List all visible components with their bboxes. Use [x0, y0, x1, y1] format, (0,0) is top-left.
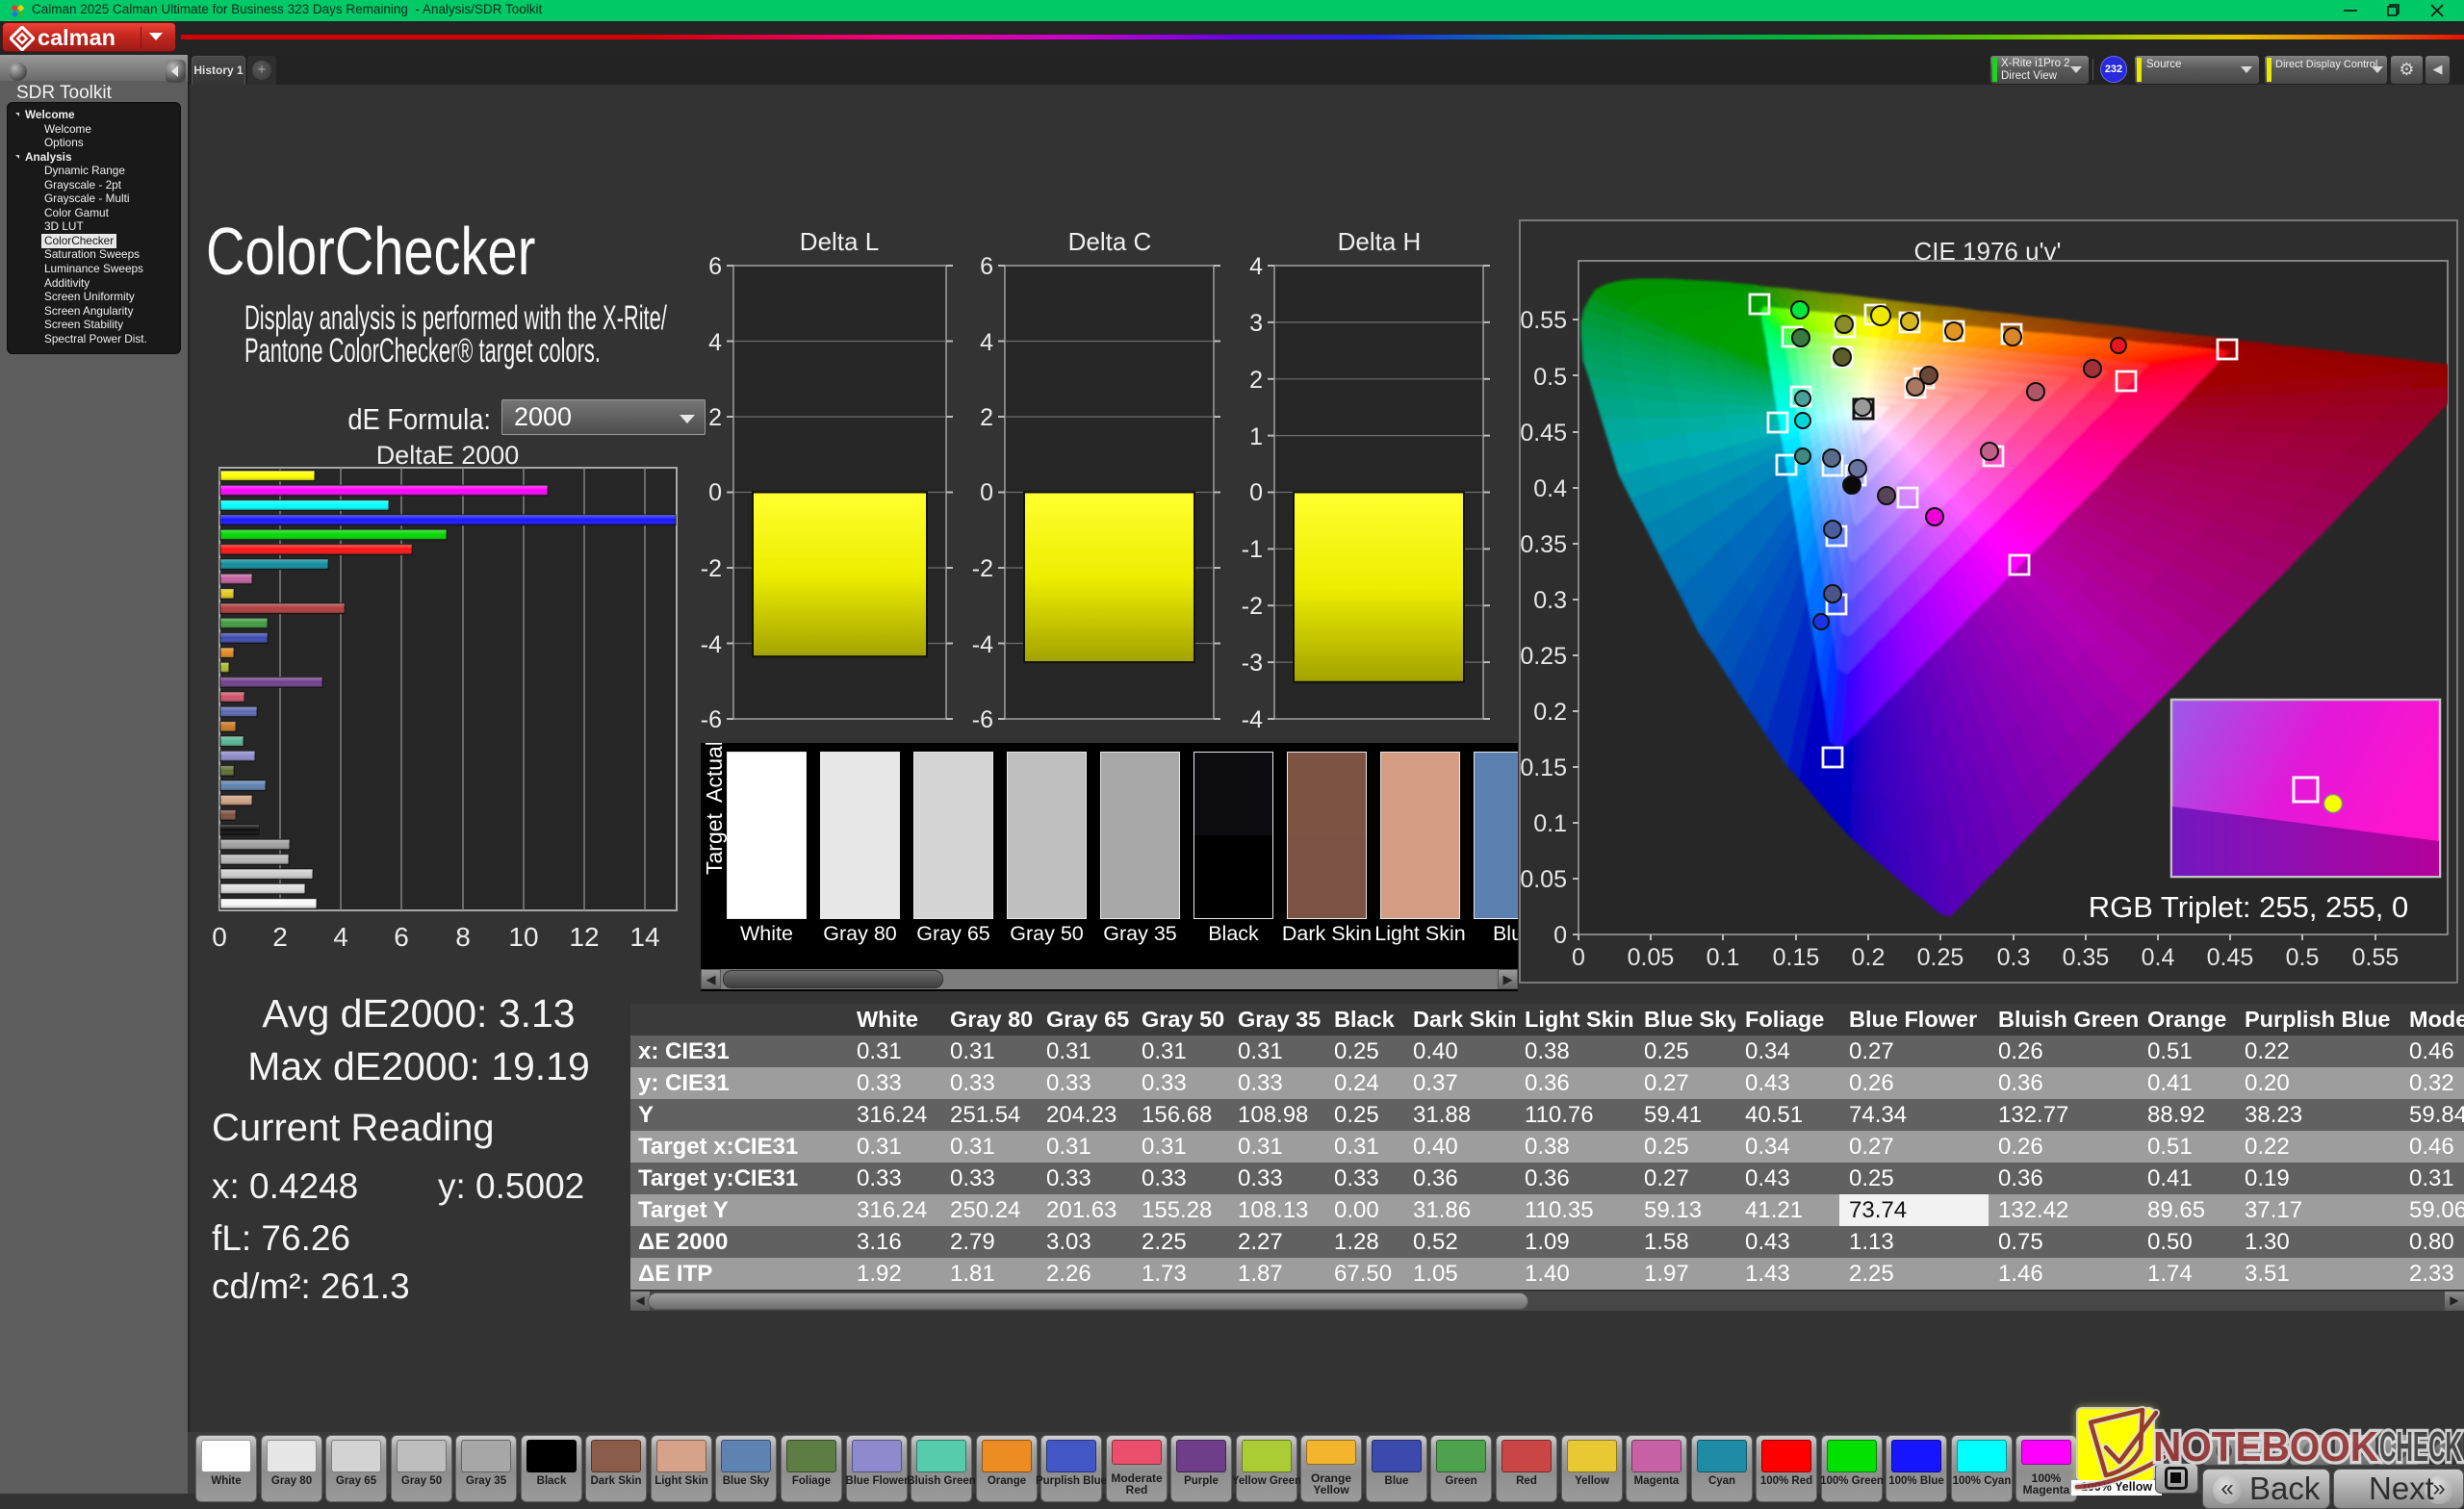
- svg-text:6: 6: [980, 253, 993, 280]
- svg-text:0.2: 0.2: [1533, 699, 1567, 726]
- svg-text:14: 14: [629, 922, 659, 952]
- svg-text:0.2: 0.2: [1852, 944, 1886, 971]
- svg-text:Delta L: Delta L: [800, 227, 879, 256]
- svg-text:0.4: 0.4: [1533, 475, 1567, 502]
- svg-text:-6: -6: [972, 706, 993, 733]
- svg-text:0.55: 0.55: [1520, 307, 1567, 334]
- svg-text:10: 10: [508, 922, 538, 952]
- svg-text:-6: -6: [701, 706, 722, 733]
- svg-text:-3: -3: [1242, 650, 1263, 677]
- svg-text:0.5: 0.5: [1533, 364, 1567, 391]
- svg-text:0.55: 0.55: [2352, 944, 2400, 971]
- svg-text:0.25: 0.25: [1520, 643, 1567, 670]
- svg-text:CHECK: CHECK: [2379, 1423, 2462, 1471]
- svg-text:12: 12: [569, 922, 599, 952]
- svg-text:0: 0: [212, 922, 227, 952]
- svg-text:0.35: 0.35: [2063, 944, 2110, 971]
- svg-text:0.3: 0.3: [1997, 944, 2031, 971]
- svg-text:0: 0: [1572, 944, 1585, 971]
- svg-text:4: 4: [980, 329, 993, 356]
- svg-text:DeltaE 2000: DeltaE 2000: [376, 441, 520, 470]
- svg-text:-4: -4: [701, 631, 722, 658]
- svg-text:0.45: 0.45: [1520, 420, 1567, 447]
- svg-text:2: 2: [980, 404, 993, 431]
- svg-text:0.4: 0.4: [2142, 944, 2175, 971]
- svg-text:4: 4: [1249, 253, 1263, 280]
- svg-text:0.25: 0.25: [1917, 944, 1964, 971]
- svg-text:8: 8: [455, 922, 471, 952]
- svg-text:-4: -4: [972, 631, 993, 658]
- svg-text:6: 6: [708, 253, 722, 280]
- svg-text:-2: -2: [1242, 593, 1263, 620]
- svg-text:0.5: 0.5: [2286, 944, 2320, 971]
- svg-text:0.05: 0.05: [1520, 866, 1567, 893]
- svg-text:NOTEBOOK: NOTEBOOK: [2153, 1423, 2378, 1471]
- svg-text:0.15: 0.15: [1773, 944, 1820, 971]
- svg-text:0: 0: [1249, 479, 1263, 506]
- svg-text:4: 4: [708, 329, 722, 356]
- svg-text:-1: -1: [1242, 536, 1263, 563]
- svg-text:-4: -4: [1242, 706, 1263, 733]
- svg-text:2: 2: [272, 922, 288, 952]
- svg-text:-2: -2: [701, 555, 722, 582]
- svg-text:0.05: 0.05: [1628, 944, 1675, 971]
- svg-text:0: 0: [980, 479, 993, 506]
- svg-text:0.1: 0.1: [1707, 944, 1740, 971]
- svg-text:3: 3: [1249, 310, 1263, 337]
- svg-text:2: 2: [1249, 367, 1263, 394]
- svg-text:0.3: 0.3: [1533, 587, 1567, 614]
- svg-text:0.15: 0.15: [1520, 754, 1567, 781]
- svg-text:0.1: 0.1: [1533, 810, 1567, 837]
- svg-text:6: 6: [394, 922, 409, 952]
- svg-text:1: 1: [1249, 423, 1263, 450]
- svg-text:Delta H: Delta H: [1338, 227, 1422, 256]
- svg-text:4: 4: [333, 922, 348, 952]
- svg-text:Delta C: Delta C: [1068, 227, 1152, 256]
- svg-text:0: 0: [1553, 922, 1567, 949]
- svg-text:0.45: 0.45: [2207, 944, 2254, 971]
- svg-text:0.35: 0.35: [1520, 531, 1567, 558]
- svg-text:-2: -2: [972, 555, 993, 582]
- svg-text:2: 2: [708, 404, 722, 431]
- svg-text:RGB Triplet: 255, 255, 0: RGB Triplet: 255, 255, 0: [2089, 890, 2409, 924]
- svg-text:0: 0: [708, 479, 722, 506]
